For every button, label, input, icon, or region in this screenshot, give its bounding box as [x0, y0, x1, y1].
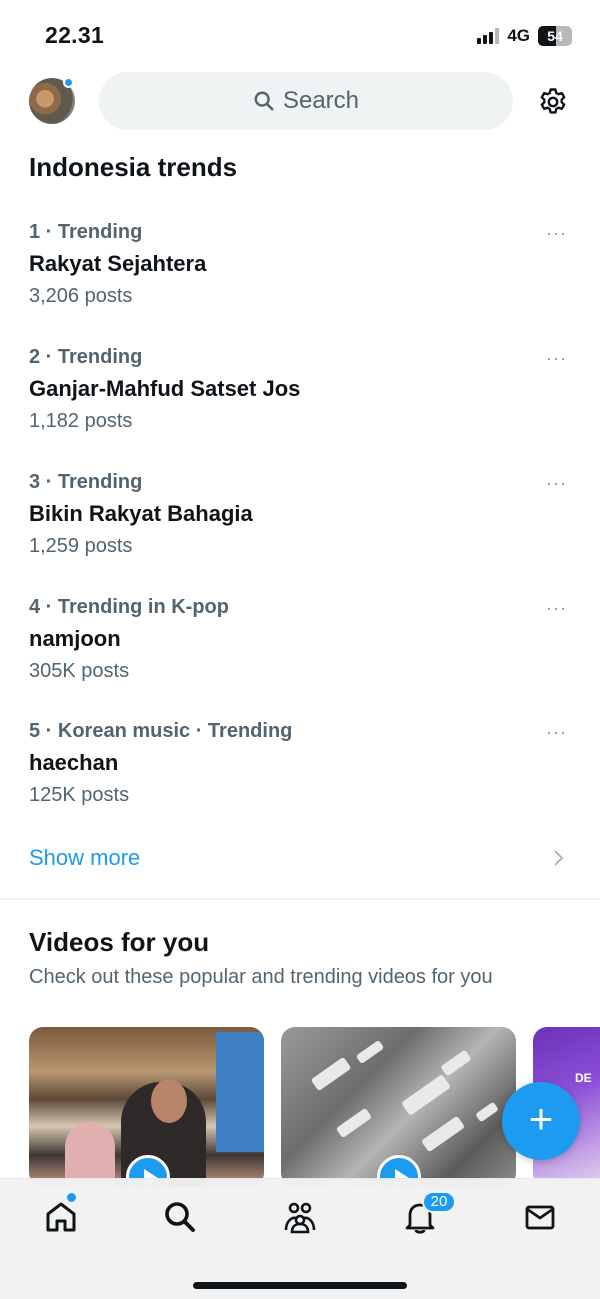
notification-count-badge: 20: [422, 1191, 456, 1213]
signal-icon: [477, 28, 500, 44]
trend-post-count: 305K posts: [29, 660, 130, 682]
search-input[interactable]: Search: [99, 72, 513, 130]
home-icon[interactable]: [43, 1199, 79, 1235]
show-more-link[interactable]: Show more: [29, 845, 140, 871]
plus-icon: +: [528, 1095, 554, 1142]
trend-meta: 4 · Trending in K-pop: [29, 596, 229, 618]
more-options-icon[interactable]: ···: [546, 722, 567, 743]
videos-section-subtitle: Check out these popular and trending vid…: [29, 966, 493, 988]
video-thumbnail[interactable]: [29, 1027, 264, 1187]
battery-icon: 54: [538, 26, 572, 46]
battery-level: 54: [547, 28, 563, 44]
compose-button[interactable]: +: [502, 1082, 580, 1160]
trend-post-count: 125K posts: [29, 784, 130, 806]
trend-item[interactable]: 5 · Korean music · Trending haechan 125K…: [0, 720, 600, 830]
videos-section-title: Videos for you: [29, 927, 210, 957]
status-bar: 22.31 4G 54: [0, 0, 600, 70]
trend-name: haechan: [29, 750, 119, 775]
more-options-icon[interactable]: ···: [546, 348, 567, 369]
top-header: Search: [0, 72, 600, 132]
more-options-icon[interactable]: ···: [546, 223, 567, 244]
search-icon: [253, 90, 275, 112]
trend-name: namjoon: [29, 626, 121, 651]
video-thumbnail[interactable]: [281, 1027, 516, 1187]
bottom-nav: 20: [0, 1178, 600, 1299]
trend-item[interactable]: 2 · Trending Ganjar-Mahfud Satset Jos 1,…: [0, 346, 600, 456]
avatar-notification-dot: [63, 77, 74, 88]
home-indicator: [193, 1282, 407, 1289]
trend-post-count: 1,182 posts: [29, 410, 133, 432]
communities-icon[interactable]: [282, 1199, 318, 1235]
home-unread-dot: [67, 1193, 76, 1202]
trend-post-count: 1,259 posts: [29, 535, 133, 557]
trends-section-title: Indonesia trends: [29, 152, 238, 182]
search-placeholder: Search: [282, 87, 360, 114]
section-divider: [0, 898, 600, 900]
trend-meta: 2 · Trending: [29, 346, 143, 368]
trend-meta: 1 · Trending: [29, 221, 143, 243]
messages-icon[interactable]: [522, 1199, 558, 1235]
trend-item[interactable]: 3 · Trending Bikin Rakyat Bahagia 1,259 …: [0, 471, 600, 581]
trend-meta: 5 · Korean music · Trending: [29, 720, 293, 742]
more-options-icon[interactable]: ···: [546, 473, 567, 494]
trend-item[interactable]: 1 · Trending Rakyat Sejahtera 3,206 post…: [0, 221, 600, 331]
search-icon[interactable]: [162, 1199, 198, 1235]
thumbnail-text: DE: [575, 1071, 592, 1085]
chevron-right-icon[interactable]: [552, 848, 566, 868]
trend-item[interactable]: 4 · Trending in K-pop namjoon 305K posts…: [0, 596, 600, 706]
network-type: 4G: [507, 26, 530, 45]
more-options-icon[interactable]: ···: [546, 598, 567, 619]
status-time: 22.31: [45, 22, 105, 48]
trend-name: Ganjar-Mahfud Satset Jos: [29, 376, 301, 401]
trend-meta: 3 · Trending: [29, 471, 143, 493]
status-indicators: 4G 54: [477, 26, 572, 46]
trend-post-count: 3,206 posts: [29, 285, 133, 307]
trend-name: Bikin Rakyat Bahagia: [29, 501, 253, 526]
trend-name: Rakyat Sejahtera: [29, 251, 207, 276]
gear-icon[interactable]: [537, 86, 569, 118]
